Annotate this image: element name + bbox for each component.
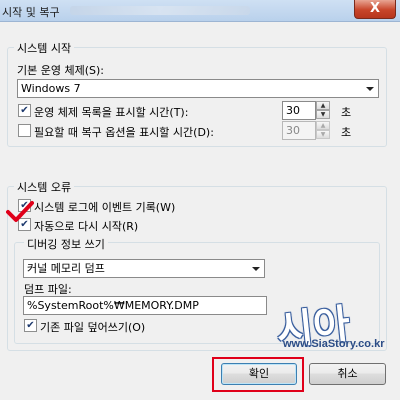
chevron-down-icon [252,267,260,271]
chevron-down-icon [366,87,374,91]
show-os-list-label: 운영 체제 목록을 표시할 시간(T): [34,106,189,119]
debug-type-select[interactable]: 커널 메모리 덤프 [23,259,265,278]
overwrite-checkbox[interactable] [24,319,37,332]
show-recovery-checkbox[interactable] [18,124,31,137]
down-arrow-icon[interactable]: ▼ [316,110,330,119]
cancel-button[interactable]: 취소 [309,363,386,385]
default-os-label: 기본 운영 체제(S): [17,64,104,77]
up-arrow-icon[interactable]: ▲ [316,121,330,130]
up-arrow-icon[interactable]: ▲ [316,101,330,110]
failure-group-label: 시스템 오류 [14,179,75,195]
dump-file-label: 덤프 파일: [24,283,72,296]
dump-file-input[interactable]: %SystemRoot%₩MEMORY.DMP [23,296,267,315]
default-os-value: Windows 7 [21,82,81,95]
startup-group-label: 시스템 시작 [14,40,75,56]
debug-type-value: 커널 메모리 덤프 [27,262,105,275]
show-os-list-checkbox[interactable] [18,104,31,117]
show-recovery-stepper[interactable]: ▲ ▼ [316,121,330,140]
red-checkmark-icon [6,201,34,222]
watermark-site: www.SiaStory.co.kr [283,338,385,350]
show-recovery-label: 필요할 때 복구 옵션을 표시할 시간(D): [34,126,214,139]
window-title: 시작 및 복구 [2,6,60,19]
show-os-list-unit: 초 [341,106,352,119]
title-blur [70,6,250,15]
title-bar: 시작 및 복구 X [0,0,400,22]
debug-group-label: 디버깅 정보 쓰기 [24,236,108,252]
ok-button[interactable]: 확인 [221,363,297,385]
default-os-select[interactable]: Windows 7 [17,79,379,98]
show-recovery-input[interactable]: 30 [282,121,316,140]
overwrite-label: 기존 파일 덮어쓰기(O) [40,321,146,334]
write-event-label: 시스템 로그에 이벤트 기록(W) [34,201,176,214]
show-os-list-stepper[interactable]: ▲ ▼ [316,101,330,120]
show-recovery-unit: 초 [341,126,352,139]
down-arrow-icon[interactable]: ▼ [316,130,330,139]
auto-restart-label: 자동으로 다시 시작(R) [34,220,139,233]
show-os-list-input[interactable]: 30 [282,101,316,120]
close-button[interactable]: X [354,0,396,19]
